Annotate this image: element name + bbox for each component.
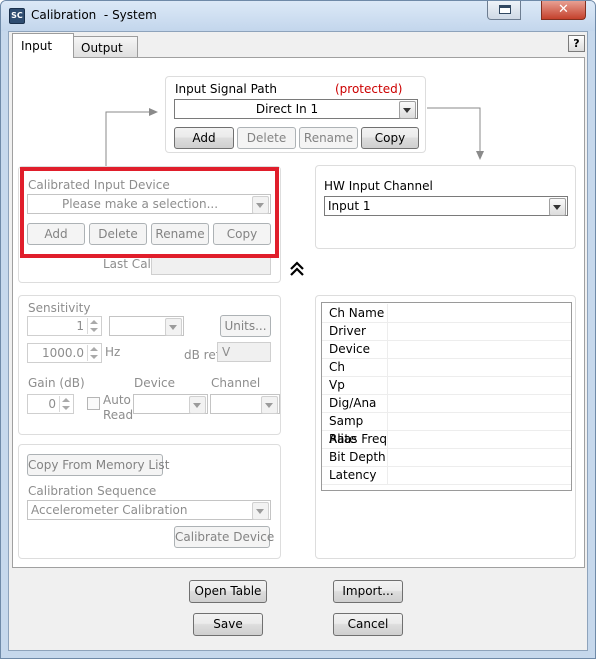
calibration-sequence-group: Copy From Memory List Calibration Sequen… bbox=[18, 444, 281, 559]
row-value bbox=[387, 448, 572, 466]
copy-from-memory-list-button[interactable]: Copy From Memory List bbox=[27, 454, 169, 476]
table-row: Vp bbox=[322, 376, 571, 395]
sensitivity-group: Sensitivity 1 Units... 1000.0 Hz dB ref … bbox=[18, 295, 281, 435]
spin-arrows-icon[interactable] bbox=[59, 396, 72, 412]
row-value bbox=[387, 412, 572, 430]
collapse-icon[interactable] bbox=[289, 261, 305, 277]
table-row: Bit Depth bbox=[322, 448, 571, 467]
reference-frequency-value: 1000.0 bbox=[42, 346, 84, 360]
gain-device-select[interactable] bbox=[133, 394, 208, 414]
row-value bbox=[387, 376, 572, 394]
input-signal-path-value: Direct In 1 bbox=[255, 102, 319, 116]
chevron-down-icon[interactable] bbox=[252, 502, 269, 520]
open-table-button[interactable]: Open Table bbox=[189, 580, 267, 603]
row-value bbox=[387, 322, 572, 340]
row-key: Latency bbox=[329, 468, 377, 482]
signal-path-copy-button[interactable]: Copy bbox=[361, 127, 419, 149]
table-row: Latency bbox=[322, 466, 571, 485]
table-row: Ch bbox=[322, 358, 571, 377]
maximize-icon bbox=[499, 5, 511, 14]
db-ref-field[interactable]: V bbox=[217, 342, 271, 362]
gain-stepper[interactable]: 0 bbox=[27, 394, 74, 414]
row-value bbox=[387, 466, 572, 484]
table-row: Samp Rate bbox=[322, 412, 572, 446]
save-button[interactable]: Save bbox=[193, 613, 263, 636]
gain-value: 0 bbox=[48, 397, 56, 411]
signal-path-delete-button[interactable]: Delete bbox=[237, 127, 296, 149]
db-ref-label: dB ref bbox=[184, 348, 220, 362]
protected-label: (protected) bbox=[335, 82, 403, 96]
auto-read-label-line1: Auto bbox=[103, 393, 131, 407]
units-button[interactable]: Units... bbox=[220, 315, 271, 337]
row-key: Device bbox=[329, 342, 371, 356]
app-icon: SC bbox=[9, 8, 25, 24]
sensitivity-value: 1 bbox=[76, 319, 84, 333]
auto-read-checkbox[interactable] bbox=[87, 397, 100, 410]
import-button[interactable]: Import... bbox=[333, 580, 403, 603]
spin-arrows-icon[interactable] bbox=[87, 345, 100, 361]
row-key: Dig/Ana bbox=[329, 396, 377, 410]
gain-channel-select[interactable] bbox=[210, 394, 280, 414]
window-title: Calibration - System bbox=[31, 8, 157, 22]
device-label: Device bbox=[134, 376, 176, 390]
chevron-down-icon[interactable] bbox=[165, 318, 182, 336]
row-value bbox=[387, 358, 572, 376]
sensitivity-label: Sensitivity bbox=[28, 301, 91, 315]
row-key: Alias Freq bbox=[329, 432, 387, 446]
tab-output[interactable]: Output bbox=[72, 36, 138, 58]
close-button[interactable]: ✕ bbox=[541, 1, 586, 20]
row-value bbox=[387, 304, 572, 322]
auto-read-label-line2: Read bbox=[103, 408, 134, 422]
calibration-sequence-select[interactable]: Accelerometer Calibration bbox=[27, 500, 271, 520]
row-value bbox=[387, 340, 572, 358]
chevron-down-icon[interactable] bbox=[261, 396, 278, 414]
tab-input[interactable]: Input bbox=[12, 33, 74, 58]
table-row: Driver bbox=[322, 322, 571, 341]
channel-label: Channel bbox=[211, 376, 261, 390]
input-signal-path-group: Input Signal Path (protected) Direct In … bbox=[165, 76, 426, 153]
last-cal-field bbox=[151, 255, 271, 275]
channel-info-table: Ch Name Driver Device Ch Vp Dig/Ana Samp… bbox=[321, 302, 572, 491]
table-row: Device bbox=[322, 340, 571, 359]
row-value bbox=[387, 394, 572, 412]
hw-input-channel-label: HW Input Channel bbox=[324, 179, 433, 193]
row-key: Vp bbox=[329, 378, 345, 392]
input-signal-path-label: Input Signal Path bbox=[175, 82, 277, 96]
signal-path-rename-button[interactable]: Rename bbox=[299, 127, 358, 149]
sensitivity-unit-select[interactable] bbox=[109, 316, 184, 336]
row-value bbox=[387, 430, 572, 448]
close-icon: ✕ bbox=[558, 2, 569, 17]
help-button[interactable]: ? bbox=[568, 35, 585, 52]
calibration-sequence-value: Accelerometer Calibration bbox=[31, 503, 188, 517]
gain-label: Gain (dB) bbox=[28, 376, 85, 390]
chevron-down-icon[interactable] bbox=[189, 396, 206, 414]
input-signal-path-select[interactable]: Direct In 1 bbox=[174, 99, 418, 119]
hz-label: Hz bbox=[105, 345, 121, 359]
table-row: Ch Name bbox=[322, 304, 571, 323]
calibration-sequence-label: Calibration Sequence bbox=[28, 484, 157, 498]
chevron-down-icon[interactable] bbox=[399, 101, 416, 119]
signal-path-add-button[interactable]: Add bbox=[174, 127, 234, 149]
last-cal-label: Last Cal. bbox=[103, 257, 155, 271]
sensitivity-value-stepper[interactable]: 1 bbox=[27, 316, 102, 336]
reference-frequency-stepper[interactable]: 1000.0 bbox=[27, 343, 102, 363]
table-row: Alias Freq bbox=[322, 430, 571, 449]
maximize-button[interactable] bbox=[487, 1, 521, 20]
hw-input-channel-group: HW Input Channel Input 1 bbox=[315, 165, 576, 249]
calibrate-device-button[interactable]: Calibrate Device bbox=[174, 526, 274, 548]
table-row: Dig/Ana bbox=[322, 394, 571, 413]
row-key: Bit Depth bbox=[329, 450, 386, 464]
spin-arrows-icon[interactable] bbox=[87, 318, 100, 334]
row-key: Ch Name bbox=[329, 306, 385, 320]
hw-input-channel-value: Input 1 bbox=[328, 199, 371, 213]
cancel-button[interactable]: Cancel bbox=[333, 613, 403, 636]
row-key: Ch bbox=[329, 360, 345, 374]
row-key: Driver bbox=[329, 324, 366, 338]
chevron-down-icon[interactable] bbox=[549, 198, 566, 216]
highlight-box bbox=[20, 167, 279, 258]
hw-input-channel-select[interactable]: Input 1 bbox=[324, 196, 568, 216]
